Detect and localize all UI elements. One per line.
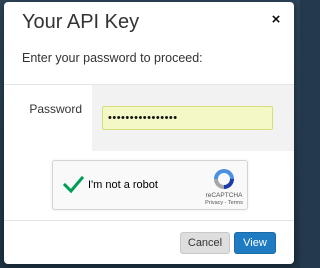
password-input[interactable]	[102, 106, 273, 130]
view-button[interactable]: View	[234, 232, 276, 254]
password-label: Password	[29, 102, 82, 116]
captcha-label: I'm not a robot	[88, 179, 158, 191]
modal-subtitle: Enter your password to proceed:	[22, 51, 203, 65]
recaptcha-privacy-terms[interactable]: Privacy - Terms	[199, 200, 249, 206]
recaptcha-brand: reCAPTCHA	[205, 192, 243, 199]
divider	[4, 220, 294, 221]
close-button[interactable]: ×	[268, 12, 284, 28]
modal-header: Your API Key × Enter your password to pr…	[4, 2, 294, 82]
recaptcha-widget: I'm not a robot reCAPTCHA Privacy - Term…	[52, 160, 248, 210]
recaptcha-logo-icon	[214, 169, 234, 189]
modal-title: Your API Key	[22, 11, 140, 33]
field-column	[92, 85, 294, 151]
api-key-modal: Your API Key × Enter your password to pr…	[4, 2, 294, 264]
password-row: Password	[4, 85, 294, 151]
checkmark-icon[interactable]	[62, 174, 84, 196]
cancel-button[interactable]: Cancel	[180, 232, 230, 254]
label-column: Password	[4, 85, 92, 151]
